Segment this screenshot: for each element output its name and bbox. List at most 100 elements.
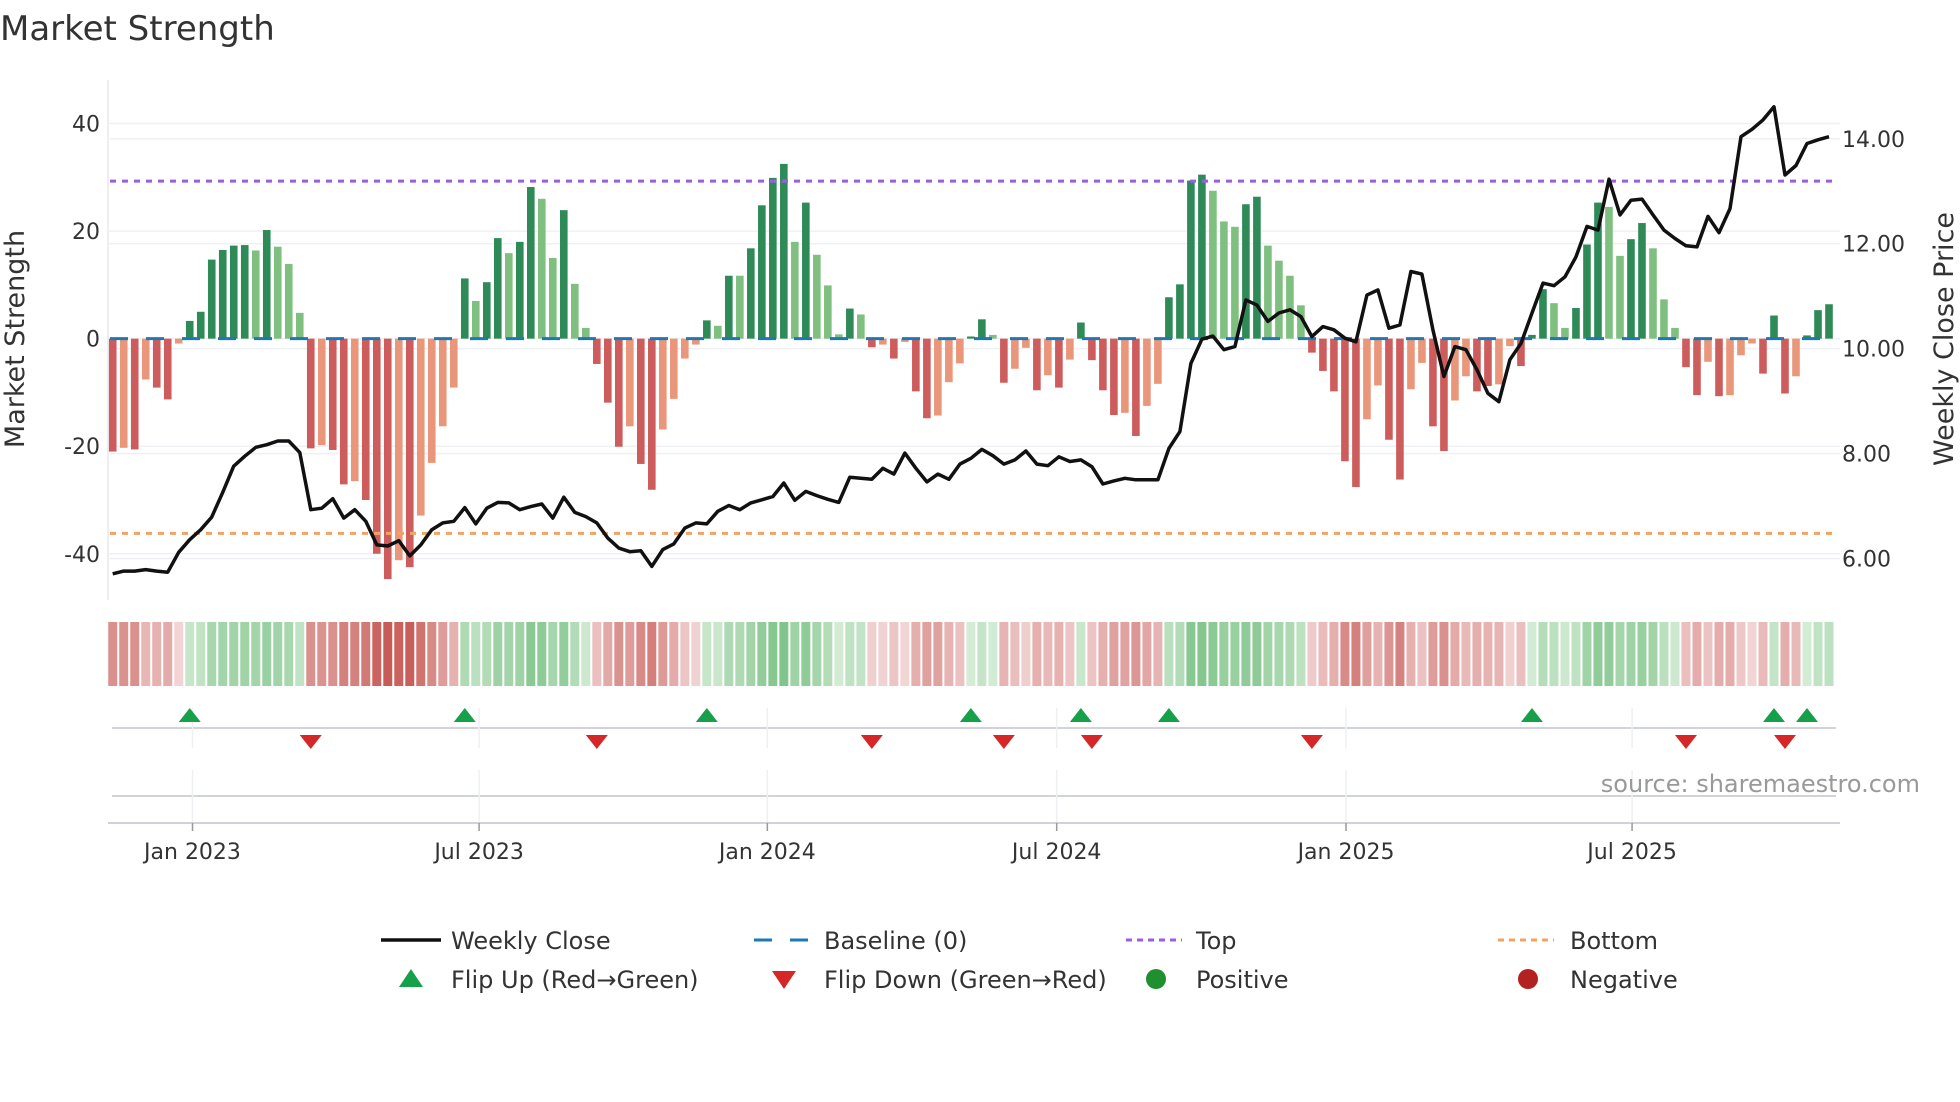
strip-cell <box>152 622 162 686</box>
y-tick-label: 20 <box>72 220 100 245</box>
flip-down-marker <box>992 735 1015 749</box>
legend-item: Weekly Close <box>381 927 611 955</box>
strength-bar <box>1429 338 1437 427</box>
strength-bar <box>1264 245 1272 339</box>
legend-item: Top <box>1126 927 1237 955</box>
strip-cell <box>1549 622 1559 686</box>
source-label: source: sharemaestro.com <box>1601 770 1920 798</box>
flip-up-marker <box>1520 708 1543 722</box>
strip-cell <box>977 622 987 686</box>
strip-cell <box>713 622 723 686</box>
strip-cell <box>229 622 239 686</box>
strength-bar <box>1825 304 1833 339</box>
strength-bar <box>1440 338 1448 452</box>
strength-bar <box>218 249 227 339</box>
strength-bar <box>1033 338 1041 391</box>
strength-bar <box>604 338 612 403</box>
strength-bar <box>240 245 249 339</box>
legend-label: Weekly Close <box>451 927 611 955</box>
strip-cell <box>757 622 767 686</box>
strip-cell <box>570 622 580 686</box>
strip-cell <box>1318 622 1328 686</box>
strip-cell <box>933 622 943 686</box>
strip-cell <box>1384 622 1394 686</box>
strength-bar <box>1220 221 1228 339</box>
x-tick-label: Jan 2025 <box>1296 840 1395 865</box>
strip-cell <box>1692 622 1702 686</box>
strip-cell <box>1736 622 1746 686</box>
flip-up-marker <box>1157 708 1180 722</box>
strength-bar <box>813 254 821 339</box>
strip-cell <box>515 622 525 686</box>
strip-cell <box>1769 622 1779 686</box>
strength-bar <box>1385 338 1393 440</box>
strip-cell <box>449 622 459 686</box>
strength-bar <box>251 250 260 339</box>
strip-cell <box>1824 622 1834 686</box>
strength-bar <box>141 338 150 380</box>
strength-bar <box>108 338 117 452</box>
strength-bar <box>1319 338 1327 371</box>
strength-bar <box>1176 284 1184 339</box>
strength-bar <box>1484 338 1492 386</box>
strip-cell <box>1670 622 1680 686</box>
strip-cell <box>493 622 503 686</box>
strength-bar <box>196 311 205 339</box>
strip-cell <box>1219 622 1229 686</box>
strength-bar <box>1187 180 1195 339</box>
strength-bar <box>1605 206 1613 339</box>
strength-bar <box>152 338 161 388</box>
strip-cell <box>1362 622 1372 686</box>
strip-cell <box>1285 622 1295 686</box>
strip-cell <box>1593 622 1603 686</box>
strength-bar <box>1539 289 1547 339</box>
strip-cell <box>779 622 789 686</box>
strength-bar <box>1110 338 1118 416</box>
strength-bar <box>1583 244 1591 339</box>
strength-bar <box>1572 308 1580 339</box>
strip-cell <box>812 622 822 686</box>
strength-bar <box>890 338 898 359</box>
strength-bar <box>736 275 744 339</box>
strip-cell <box>1021 622 1031 686</box>
legend-label: Flip Up (Red→Green) <box>451 966 699 994</box>
strip-cell <box>1208 622 1218 686</box>
strength-bar <box>493 238 502 339</box>
strip-cell <box>1604 622 1614 686</box>
strip-cell <box>163 622 173 686</box>
legend-circle-red-icon <box>1518 969 1538 989</box>
strength-bar <box>1550 303 1558 339</box>
strip-cell <box>350 622 360 686</box>
strip-cell <box>790 622 800 686</box>
strip-cell <box>680 622 690 686</box>
strength-bar <box>1649 248 1657 339</box>
strength-bar <box>1506 338 1514 347</box>
strength-bar <box>1638 223 1646 339</box>
left-axis-ticks: 40 20 0 -20 -40 <box>64 113 100 568</box>
strength-bar <box>284 263 293 339</box>
strip-cell <box>1758 622 1768 686</box>
strip-cell <box>1109 622 1119 686</box>
x-tick-label: Jan 2024 <box>717 840 816 865</box>
strip-cell <box>1340 622 1350 686</box>
strip-cell <box>1197 622 1207 686</box>
strength-bar <box>769 177 777 339</box>
legend-item: Negative <box>1518 966 1678 994</box>
strength-bar <box>273 246 282 339</box>
strip-cell <box>1637 622 1647 686</box>
strength-bar <box>1737 338 1745 356</box>
strip-cell <box>614 622 624 686</box>
legend-label: Negative <box>1570 966 1678 994</box>
strip-cell <box>1010 622 1020 686</box>
strip-cell <box>878 622 888 686</box>
strip-cell <box>1120 622 1130 686</box>
strip-cell <box>1263 622 1273 686</box>
strength-bar <box>593 338 601 364</box>
strength-bar <box>449 338 458 388</box>
strip-cell <box>702 622 712 686</box>
strength-bar <box>350 338 359 482</box>
strip-cell <box>1725 622 1735 686</box>
strength-bar <box>1418 338 1426 363</box>
strip-cell <box>1230 622 1240 686</box>
strip-cell <box>845 622 855 686</box>
